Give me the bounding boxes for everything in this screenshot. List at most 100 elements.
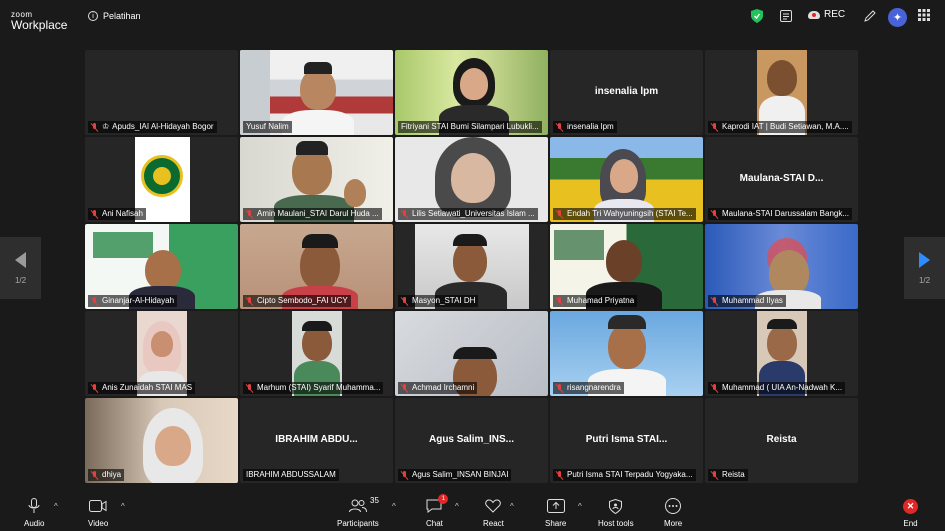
mic-muted-icon <box>91 209 99 219</box>
participant-tile[interactable]: Yusuf Nalim <box>240 50 393 135</box>
participant-name-tag: Marhum (STAI) Syarif Muhamma... <box>243 382 384 394</box>
participant-tile[interactable]: Cipto Sembodo_FAI UCY <box>240 224 393 309</box>
chat-button[interactable]: 1 Chat <box>426 494 449 528</box>
mic-muted-icon <box>401 383 409 393</box>
participant-tile[interactable]: Fitriyani STAI Bumi Silampari Lubukli... <box>395 50 548 135</box>
participant-tile[interactable]: ♔ Apuds_IAI Al-Hidayah Bogor <box>85 50 238 135</box>
participant-display-name: Putri Isma STAI... <box>585 434 668 445</box>
participant-tile[interactable]: Muhamad Priyatna <box>550 224 703 309</box>
participant-display-name: IBRAHIM ABDU... <box>275 434 358 445</box>
participant-tile[interactable]: Masyon_STAI DH <box>395 224 548 309</box>
chevron-right-icon <box>919 251 930 268</box>
participant-tile[interactable]: risangnarendra <box>550 311 703 396</box>
chat-label: Chat <box>426 519 443 528</box>
participant-name-tag: Muhammad ( UIA An-Nadwah K... <box>708 382 846 394</box>
participant-display-name: Reista <box>766 434 797 445</box>
participant-tile[interactable]: Muhammad Ilyas <box>705 224 858 309</box>
video-button[interactable]: Video <box>88 498 108 528</box>
video-options-chevron-icon[interactable]: ^ <box>121 502 125 511</box>
previous-page-button[interactable]: 1/2 <box>0 237 41 299</box>
host-crown-icon: ♔ <box>102 122 110 131</box>
participant-name-tag: Ani Nafisah <box>88 208 146 220</box>
participant-name-tag: risangnarendra <box>553 382 624 394</box>
heart-icon <box>485 498 502 514</box>
participant-tile[interactable]: Ani Nafisah <box>85 137 238 222</box>
participant-tile[interactable]: Putri Isma STAI... Putri Isma STAI Terpa… <box>550 398 703 483</box>
participant-name-tag: Reista <box>708 469 748 481</box>
participant-tile[interactable]: Anis Zunaidah STAI MAS <box>85 311 238 396</box>
participant-tile[interactable]: Kaprodi IAT | Budi Setiawan, M.A.... <box>705 50 858 135</box>
video-label: Video <box>88 519 109 528</box>
participant-tile[interactable]: Marhum (STAI) Syarif Muhamma... <box>240 311 393 396</box>
chat-unread-badge: 1 <box>438 494 449 504</box>
logo-bottom: Workplace <box>11 18 68 32</box>
participant-name-tag: Anis Zunaidah STAI MAS <box>88 382 196 394</box>
audio-options-chevron-icon[interactable]: ^ <box>54 502 58 511</box>
share-button[interactable]: Share <box>545 498 566 528</box>
participant-tile[interactable]: Lilis Setiawati_Universitas Islam ... <box>395 137 548 222</box>
participant-tile[interactable]: dhiya <box>85 398 238 483</box>
rec-label: REC <box>824 9 846 20</box>
mic-muted-icon <box>711 209 719 219</box>
pen-icon[interactable] <box>863 9 877 23</box>
participant-tile[interactable]: Endah Tri Wahyuningsih (STAI Te... <box>550 137 703 222</box>
participant-name-tag: Lilis Setiawati_Universitas Islam ... <box>398 208 538 220</box>
participant-name-tag: Yusuf Nalim <box>243 121 292 133</box>
more-button[interactable]: More <box>664 498 682 528</box>
mic-muted-icon <box>91 383 99 393</box>
shield-icon <box>609 498 623 514</box>
audio-button[interactable]: Audio <box>24 498 44 528</box>
mic-muted-icon <box>401 296 409 306</box>
participants-button[interactable]: Participants <box>337 498 379 528</box>
meeting-info[interactable]: i Pelatihan <box>88 11 141 21</box>
host-tools-button[interactable]: Host tools <box>598 498 634 528</box>
mic-muted-icon <box>711 470 719 480</box>
mic-muted-icon <box>91 470 99 480</box>
participant-name-tag: Agus Salim_INSAN BINJAI <box>398 469 512 481</box>
top-bar: zoom Workplace i Pelatihan REC ✦ <box>0 0 945 36</box>
shield-icon[interactable] <box>751 9 763 23</box>
participant-tile[interactable]: insenalia lpm insenalia lpm <box>550 50 703 135</box>
participant-tile[interactable]: Achmad Irchamni <box>395 311 548 396</box>
participant-tile[interactable]: Reista Reista <box>705 398 858 483</box>
participants-label: Participants <box>337 519 379 528</box>
mic-muted-icon <box>556 470 564 480</box>
share-options-chevron-icon[interactable]: ^ <box>578 502 582 511</box>
notes-icon[interactable] <box>779 9 793 23</box>
share-label: Share <box>545 519 567 528</box>
participants-icon <box>348 498 367 514</box>
participant-name-tag: Muhamad Priyatna <box>553 295 638 307</box>
apps-grid-icon[interactable] <box>918 9 930 21</box>
end-label: End <box>903 519 918 528</box>
participant-tile[interactable]: Agus Salim_INS... Agus Salim_INSAN BINJA… <box>395 398 548 483</box>
participant-tile[interactable]: Muhammad ( UIA An-Nadwah K... <box>705 311 858 396</box>
react-label: React <box>483 519 504 528</box>
microphone-icon <box>28 498 40 514</box>
participant-name-tag: Fitriyani STAI Bumi Silampari Lubukli... <box>398 121 542 133</box>
react-button[interactable]: React <box>483 498 504 528</box>
participant-display-name: Maulana-STAI D... <box>739 173 824 184</box>
audio-label: Audio <box>24 519 45 528</box>
more-label: More <box>664 519 683 528</box>
next-page-button[interactable]: 1/2 <box>904 237 945 299</box>
participant-tile[interactable]: Ginanjar-Al-Hidayah <box>85 224 238 309</box>
close-icon: ✕ <box>903 498 918 514</box>
more-icon <box>665 498 682 514</box>
participant-tile[interactable]: IBRAHIM ABDU... IBRAHIM ABDUSSALAM <box>240 398 393 483</box>
end-meeting-button[interactable]: ✕ End <box>903 498 918 528</box>
react-options-chevron-icon[interactable]: ^ <box>510 502 514 511</box>
mic-muted-icon <box>401 470 409 480</box>
mic-muted-icon <box>246 209 254 219</box>
ai-companion-icon[interactable]: ✦ <box>888 8 907 27</box>
mic-muted-icon <box>711 122 719 132</box>
info-icon: i <box>88 11 98 21</box>
participant-name-tag: Achmad Irchamni <box>398 382 478 394</box>
page-indicator-left: 1/2 <box>14 275 27 285</box>
participants-options-chevron-icon[interactable]: ^ <box>392 502 396 511</box>
meeting-toolbar: Audio ^ Video ^ 35 Participants ^ 1 Chat… <box>0 494 945 531</box>
chat-options-chevron-icon[interactable]: ^ <box>455 502 459 511</box>
participant-tile[interactable]: Maulana-STAI D... Maulana-STAI Darussala… <box>705 137 858 222</box>
participant-tile[interactable]: Amin Maulani_STAI Darul Huda ... <box>240 137 393 222</box>
participant-name-tag: insenalia lpm <box>553 121 617 133</box>
record-indicator[interactable]: REC <box>808 9 845 20</box>
